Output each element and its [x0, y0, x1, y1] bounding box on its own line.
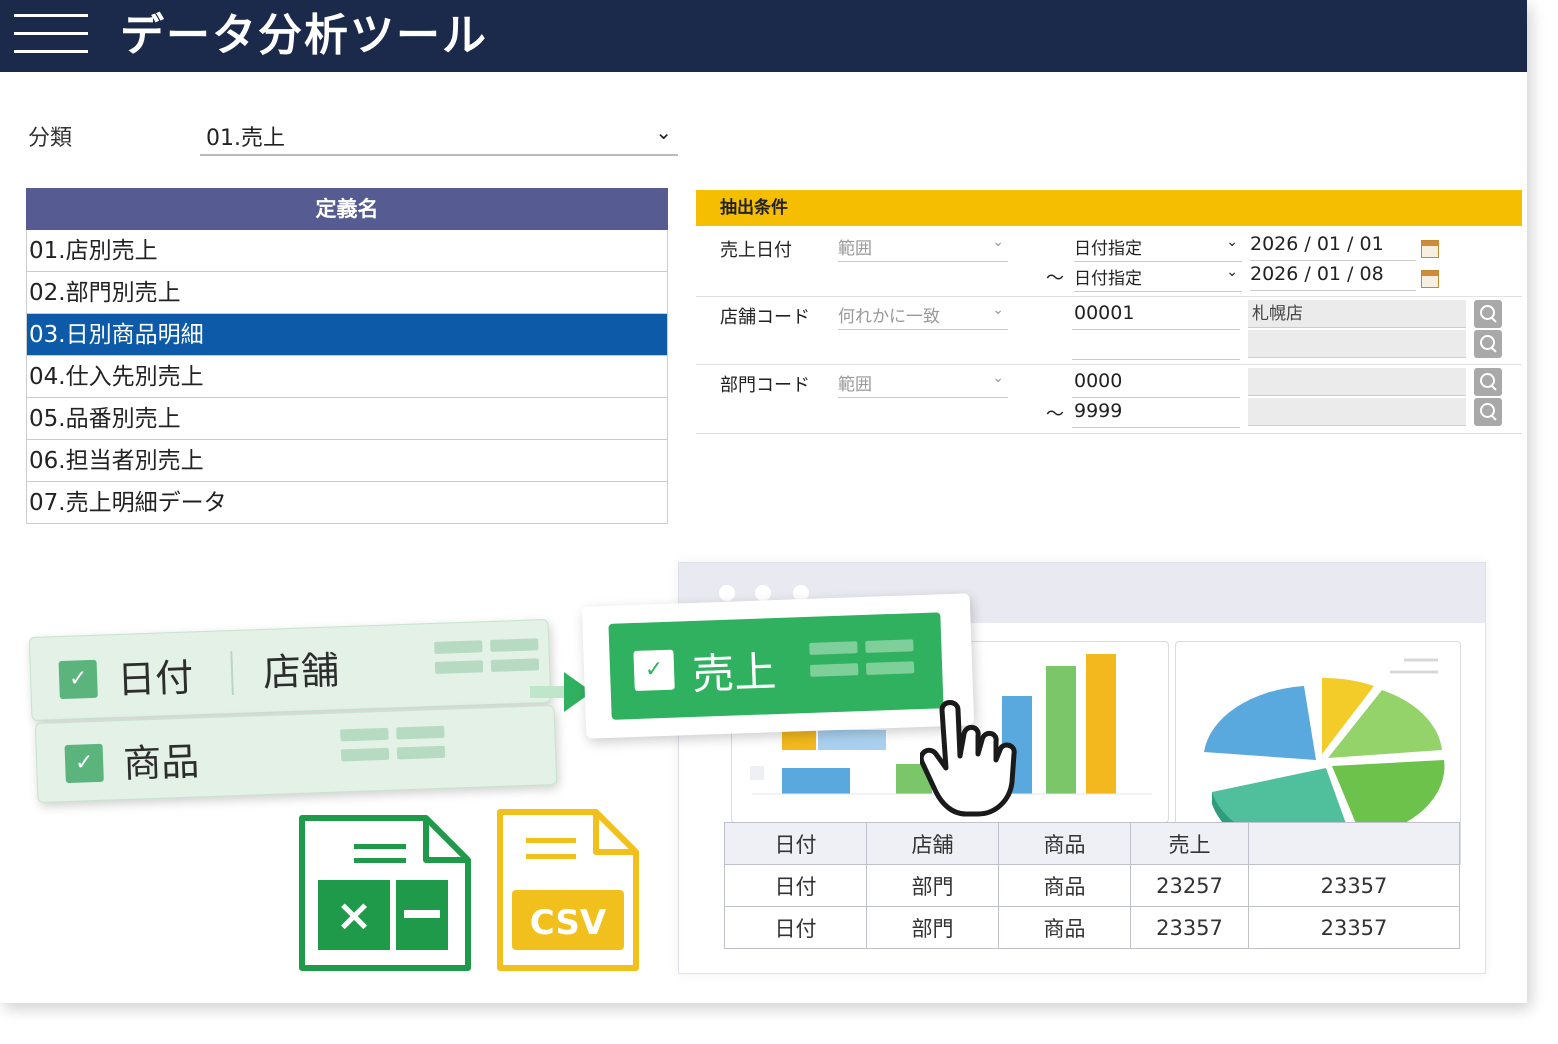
feature-date: 日付 — [116, 655, 194, 703]
divider — [230, 651, 234, 696]
date-to-type: 日付指定 — [1074, 269, 1142, 289]
app-title: データ分析ツール — [120, 10, 488, 61]
divider — [696, 364, 1522, 365]
placeholder-bars — [809, 639, 916, 683]
feature-card-date-store: ✓ 日付 店舗 — [28, 618, 552, 722]
definition-list: 定義名 01.店別売上 02.部門別売上 03.日別商品明細 04.仕入先別売上… — [26, 188, 668, 528]
svg-text:×: × — [336, 890, 373, 941]
search-icon[interactable] — [1474, 398, 1502, 426]
range-tilde: ～ — [1046, 404, 1064, 425]
conditions-header: 抽出条件 — [696, 190, 1522, 226]
dept-code-to-input[interactable]: 9999 — [1072, 400, 1240, 428]
dept-name-to — [1248, 398, 1466, 426]
table-header-cell: 商品 — [998, 822, 1131, 865]
table-cell: 23257 — [1130, 864, 1249, 907]
classification-select[interactable]: 01.売上 ⌄ — [200, 116, 678, 156]
feature-sales: 売上 — [691, 647, 778, 699]
sales-date-mode: 範囲 — [838, 239, 872, 259]
table-header-cell: 店舗 — [866, 822, 999, 865]
store-name-2 — [1248, 330, 1466, 358]
store-code-input-2[interactable] — [1072, 332, 1240, 360]
definition-item[interactable]: 04.仕入先別売上 — [26, 356, 668, 398]
date-to-input[interactable]: 2026 / 01 / 08 — [1250, 263, 1416, 291]
table-cell: 商品 — [998, 906, 1131, 949]
dept-name-from — [1248, 368, 1466, 396]
result-table: 日付 店舗 商品 売上 日付 部門 商品 23257 23357 日付 部門 商… — [724, 822, 1460, 949]
csv-label: CSV — [530, 903, 607, 943]
dept-code-from-input[interactable]: 0000 — [1072, 370, 1240, 398]
table-cell: 部門 — [866, 864, 999, 907]
classification-label: 分類 — [28, 126, 73, 151]
sales-date-label: 売上日付 — [720, 240, 792, 261]
table-cell: 日付 — [724, 864, 867, 907]
definition-item[interactable]: 07.売上明細データ — [26, 482, 668, 524]
table-cell: 23357 — [1248, 906, 1460, 949]
classification-value: 01.売上 — [206, 126, 285, 151]
table-cell: 23357 — [1130, 906, 1249, 949]
chevron-down-icon: ⌄ — [992, 302, 1004, 318]
checkbox-icon[interactable]: ✓ — [633, 649, 675, 692]
table-row: 日付 部門 商品 23257 23357 — [724, 864, 1460, 907]
chevron-down-icon: ⌄ — [992, 370, 1004, 386]
search-icon[interactable] — [1474, 300, 1502, 328]
definition-list-header: 定義名 — [26, 188, 668, 230]
sales-date-mode-select[interactable]: 範囲 ⌄ — [838, 234, 1008, 262]
chevron-down-icon: ⌄ — [1226, 234, 1238, 250]
definition-item-selected[interactable]: 03.日別商品明細 — [26, 314, 668, 356]
date-from-type-select[interactable]: 日付指定 ⌄ — [1074, 234, 1242, 262]
table-header-cell: 日付 — [724, 822, 867, 865]
table-header-cell — [1248, 822, 1460, 865]
top-bar: データ分析ツール — [0, 0, 1527, 72]
dept-code-mode-select[interactable]: 範囲 ⌄ — [838, 370, 1008, 398]
definition-item[interactable]: 06.担当者別売上 — [26, 440, 668, 482]
dept-code-label: 部門コード — [720, 375, 810, 396]
definition-item[interactable]: 02.部門別売上 — [26, 272, 668, 314]
search-icon[interactable] — [1474, 368, 1502, 396]
date-from-type: 日付指定 — [1074, 239, 1142, 259]
feature-card-product: ✓ 商品 — [34, 704, 558, 804]
dept-code-mode: 範囲 — [838, 375, 872, 395]
hamburger-icon[interactable] — [14, 12, 88, 56]
store-code-input-1[interactable]: 00001 — [1072, 302, 1240, 330]
date-from-input[interactable]: 2026 / 01 / 01 — [1250, 233, 1416, 261]
table-cell: 部門 — [866, 906, 999, 949]
chevron-down-icon: ⌄ — [655, 120, 672, 144]
store-code-label: 店舗コード — [720, 307, 810, 328]
table-cell: 23357 — [1248, 864, 1460, 907]
checkbox-icon[interactable]: ✓ — [64, 743, 104, 784]
placeholder-bars — [434, 638, 541, 682]
feature-store: 店舗 — [262, 648, 340, 695]
sales-toggle[interactable]: ✓ 売上 — [608, 612, 944, 720]
calendar-icon[interactable] — [1421, 270, 1439, 288]
table-row: 日付 部門 商品 23357 23357 — [724, 906, 1460, 949]
divider — [696, 296, 1522, 297]
feature-card-sales: ✓ 売上 — [581, 593, 975, 739]
window-dot — [755, 585, 771, 601]
date-to-type-select[interactable]: 日付指定 ⌄ — [1074, 264, 1242, 292]
definition-item[interactable]: 01.店別売上 — [26, 230, 668, 272]
window-dot — [719, 585, 735, 601]
table-header-row: 日付 店舗 商品 売上 — [724, 822, 1460, 865]
csv-file-icon[interactable]: CSV — [496, 808, 640, 974]
placeholder-bars — [340, 725, 447, 770]
chevron-down-icon: ⌄ — [992, 234, 1004, 250]
definition-item[interactable]: 05.品番別売上 — [26, 398, 668, 440]
table-cell: 商品 — [998, 864, 1131, 907]
feature-product: 商品 — [122, 739, 200, 787]
conditions-panel: 抽出条件 売上日付 範囲 ⌄ 日付指定 ⌄ 2026 / 01 / 01 ～ 日… — [696, 190, 1522, 434]
calendar-icon[interactable] — [1421, 240, 1439, 258]
table-cell: 日付 — [724, 906, 867, 949]
search-icon[interactable] — [1474, 330, 1502, 358]
store-code-mode-select[interactable]: 何れかに一致 ⌄ — [838, 302, 1008, 330]
range-tilde: ～ — [1046, 268, 1064, 289]
checkbox-icon[interactable]: ✓ — [58, 659, 98, 700]
app-window: データ分析ツール 分類 01.売上 ⌄ 定義名 01.店別売上 02.部門別売上… — [0, 0, 1527, 1003]
chevron-down-icon: ⌄ — [1226, 264, 1238, 280]
table-header-cell: 売上 — [1130, 822, 1249, 865]
store-code-mode: 何れかに一致 — [838, 307, 940, 327]
excel-file-icon[interactable]: × — [298, 814, 472, 974]
store-name-1: 札幌店 — [1248, 300, 1466, 328]
hand-pointer-icon — [920, 700, 1017, 817]
